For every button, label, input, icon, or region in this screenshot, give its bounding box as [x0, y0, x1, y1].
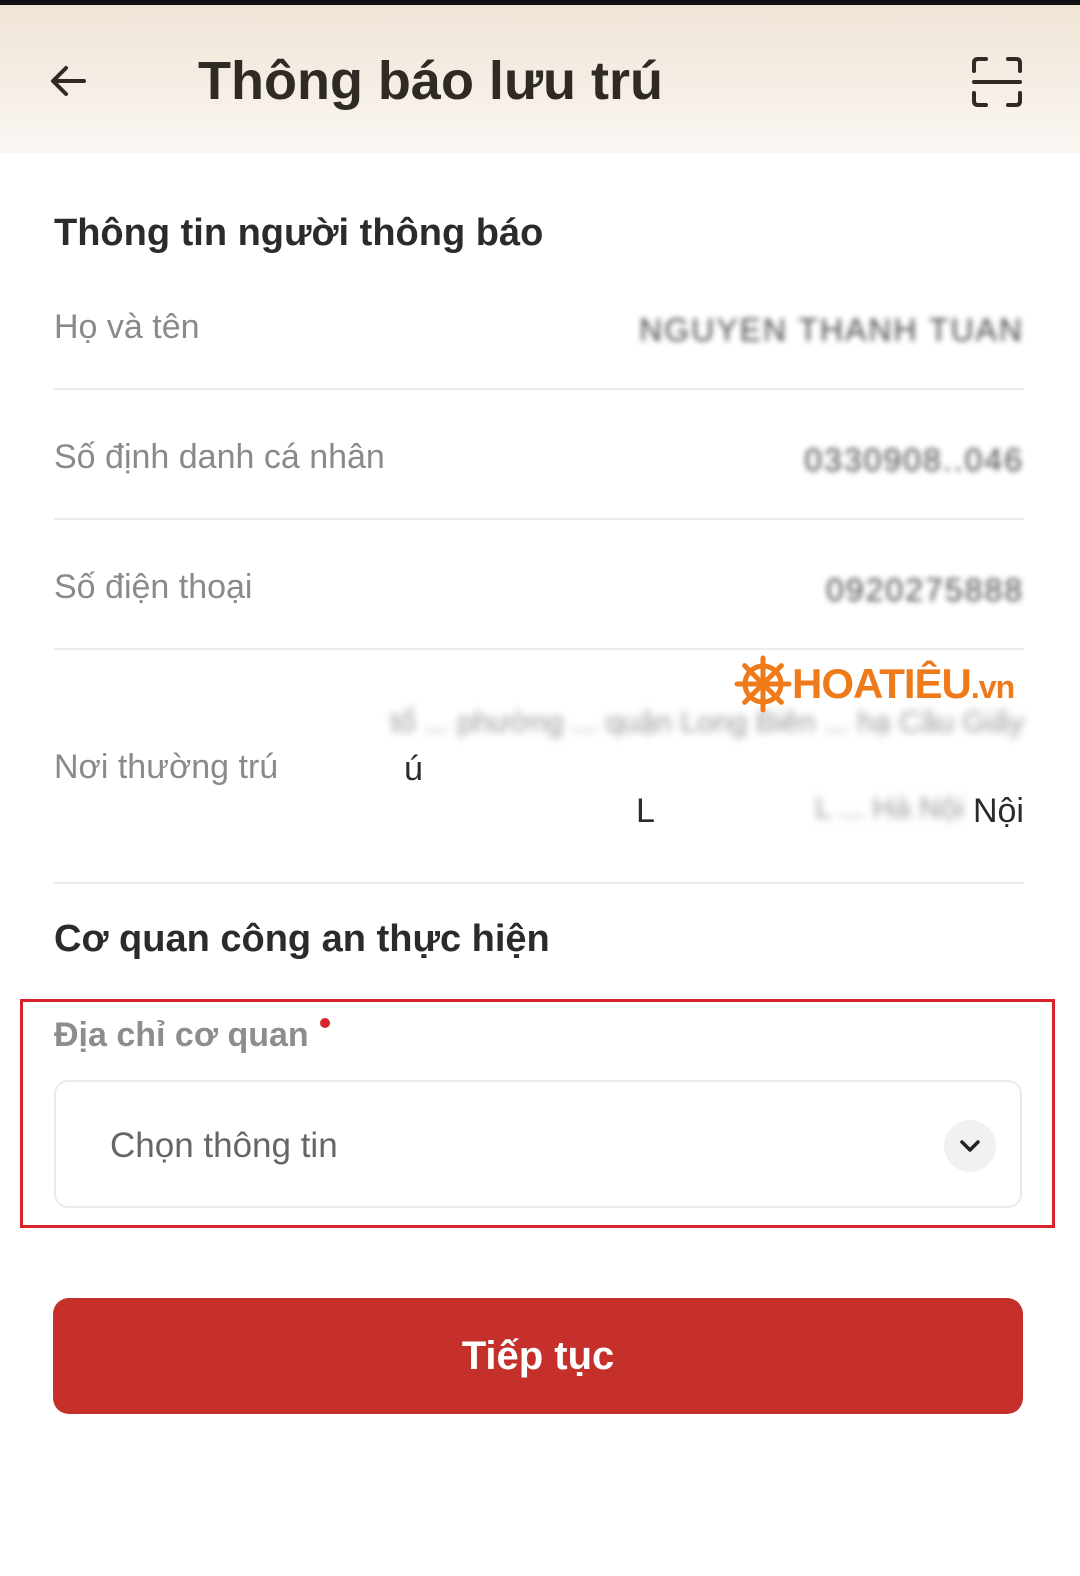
app-header: Thông báo lưu trú: [0, 5, 1080, 153]
phone-row: Số điện thoại 0920275888: [54, 548, 1024, 650]
watermark-suffix: .vn: [970, 669, 1015, 705]
back-button[interactable]: [38, 51, 98, 111]
personal-id-label: Số định danh cá nhân: [54, 438, 385, 476]
permanent-address-line2: L ... Hà Nội: [815, 792, 964, 825]
personal-id-row: Số định danh cá nhân 0330908..046: [54, 418, 1024, 520]
phone-label: Số điện thoại: [54, 568, 253, 606]
agency-address-label: Địa chỉ cơ quan: [54, 1016, 309, 1054]
permanent-address-fragment: ú: [404, 750, 423, 788]
arrow-left-icon: [51, 66, 86, 96]
ship-wheel-icon: [734, 655, 792, 713]
required-indicator: [320, 1018, 330, 1028]
notifier-section-title: Thông tin người thông báo: [54, 212, 544, 254]
full-name-row: Họ và tên NGUYEN THANH TUAN: [54, 288, 1024, 390]
dropdown-toggle[interactable]: [944, 1120, 996, 1172]
personal-id-value: 0330908..046: [804, 442, 1024, 478]
permanent-address-fragment-l: L: [636, 792, 655, 830]
continue-button[interactable]: Tiếp tục: [53, 1298, 1023, 1414]
select-placeholder: Chọn thông tin: [110, 1126, 338, 1165]
page-title: Thông báo lưu trú: [198, 51, 664, 111]
full-name-label: Họ và tên: [54, 308, 200, 346]
permanent-address-city: Nội: [972, 792, 1024, 830]
chevron-down-icon: [960, 1140, 980, 1152]
phone-value: 0920275888: [826, 572, 1024, 608]
permanent-address-label: Nơi thường trú: [54, 748, 279, 786]
hoatieu-watermark: HOATIÊU.vn: [734, 652, 1015, 716]
scan-frame-icon: [972, 57, 1022, 107]
police-section-title: Cơ quan công an thực hiện: [54, 918, 550, 960]
agency-address-select[interactable]: Chọn thông tin: [54, 1080, 1022, 1208]
watermark-brand: HOATIÊU.vn: [792, 660, 1015, 707]
full-name-value: NGUYEN THANH TUAN: [639, 312, 1024, 348]
scan-button[interactable]: [966, 51, 1028, 113]
